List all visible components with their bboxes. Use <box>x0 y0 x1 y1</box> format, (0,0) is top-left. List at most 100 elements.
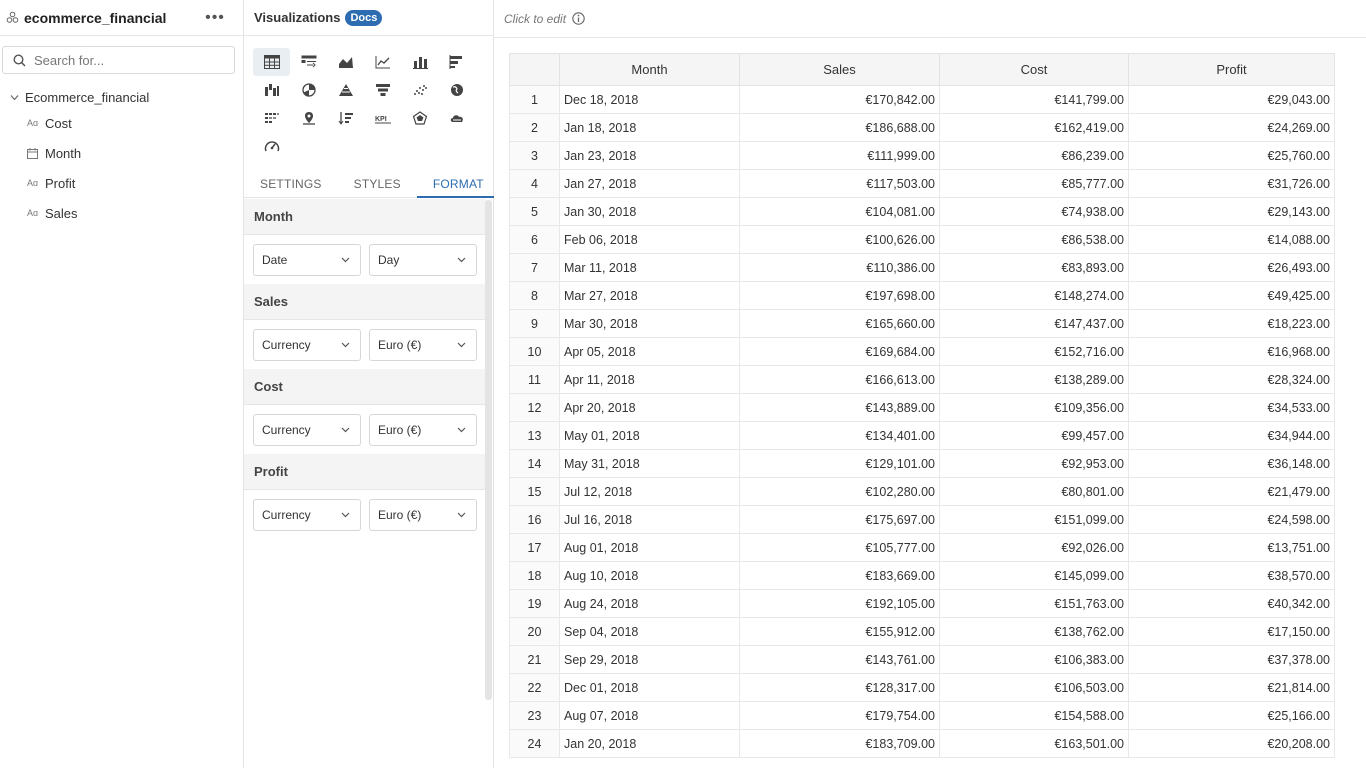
format-subtype-select[interactable]: Euro (€) <box>369 498 477 531</box>
pyramid-icon[interactable] <box>327 76 364 104</box>
select-value: Currency <box>262 337 311 352</box>
month-cell: Aug 07, 2018 <box>559 701 740 730</box>
bar-chart-icon[interactable] <box>401 48 438 76</box>
sort-icon[interactable] <box>327 104 364 132</box>
cost-cell: €151,099.00 <box>939 505 1129 534</box>
format-type-select[interactable]: Date <box>253 243 361 276</box>
select-value: Currency <box>262 422 311 437</box>
field-label: Sales <box>45 205 78 221</box>
field-item-cost[interactable]: Aɑ Cost <box>0 108 243 138</box>
sales-cell: €129,101.00 <box>739 449 940 478</box>
gauge-icon[interactable] <box>253 132 290 160</box>
radar-icon[interactable] <box>401 104 438 132</box>
geo-map-icon[interactable] <box>290 104 327 132</box>
pivot-table-icon[interactable] <box>290 48 327 76</box>
format-subtype-select[interactable]: Euro (€) <box>369 328 477 361</box>
month-cell: May 31, 2018 <box>559 449 740 478</box>
field-search[interactable] <box>2 46 235 74</box>
kpi-icon[interactable]: KPI <box>364 104 401 132</box>
sales-cell: €128,317.00 <box>739 673 940 702</box>
tab-styles[interactable]: STYLES <box>338 170 417 197</box>
select-value: Currency <box>262 507 311 522</box>
row-index-cell: 24 <box>509 729 560 758</box>
format-type-select[interactable]: Currency <box>253 328 361 361</box>
text-type-icon: Aɑ <box>27 178 39 188</box>
chevron-down-icon <box>10 93 20 102</box>
text-type-icon: Aɑ <box>27 208 39 218</box>
profit-cell: €18,223.00 <box>1128 309 1335 338</box>
chart-title-edit[interactable]: Click to edit <box>504 12 566 26</box>
area-chart-icon[interactable] <box>327 48 364 76</box>
chevron-down-icon <box>341 257 350 262</box>
table-body: 1 Dec 18, 2018 €170,842.00 €141,799.00 €29,0… <box>509 85 1335 758</box>
tab-format[interactable]: FORMAT <box>416 170 500 198</box>
table-row: 2 Jan 18, 2018 €186,688.00 €162,419.00 €24,2… <box>509 113 1335 142</box>
column-header-sales[interactable]: Sales <box>739 53 940 86</box>
cloud-icon[interactable] <box>438 104 475 132</box>
table-icon[interactable] <box>253 48 290 76</box>
cost-cell: €99,457.00 <box>939 421 1129 450</box>
column-header-month[interactable]: Month <box>559 53 740 86</box>
field-label: Profit <box>45 175 76 191</box>
cost-cell: €138,289.00 <box>939 365 1129 394</box>
field-item-profit[interactable]: Aɑ Profit <box>0 168 243 198</box>
select-value: Date <box>262 252 288 267</box>
tree-root-label: Ecommerce_financial <box>25 89 150 105</box>
format-type-select[interactable]: Currency <box>253 498 361 531</box>
horizontal-bar-icon[interactable] <box>438 48 475 76</box>
row-index-cell: 2 <box>509 113 560 142</box>
format-subtype-select[interactable]: Day <box>369 243 477 276</box>
waterfall-icon[interactable] <box>253 76 290 104</box>
search-input[interactable] <box>34 52 214 68</box>
data-panel: ecommerce_financial ••• Ecommerce_financ… <box>0 0 244 768</box>
row-index-cell: 12 <box>509 393 560 422</box>
pie-chart-icon[interactable] <box>290 76 327 104</box>
profit-cell: €37,378.00 <box>1128 645 1335 674</box>
table-row: 22 Dec 01, 2018 €128,317.00 €106,503.00 €21,… <box>509 673 1335 702</box>
field-item-month[interactable]: Month <box>0 138 243 168</box>
cost-cell: €83,893.00 <box>939 253 1129 282</box>
line-chart-icon[interactable] <box>364 48 401 76</box>
profit-cell: €49,425.00 <box>1128 281 1335 310</box>
scatter-icon[interactable] <box>401 76 438 104</box>
sales-cell: €117,503.00 <box>739 169 940 198</box>
cost-cell: €80,801.00 <box>939 477 1129 506</box>
sales-cell: €143,889.00 <box>739 393 940 422</box>
table-row: 14 May 31, 2018 €129,101.00 €92,953.00 €36,1… <box>509 449 1335 478</box>
format-subtype-select[interactable]: Euro (€) <box>369 413 477 446</box>
field-item-sales[interactable]: Aɑ Sales <box>0 198 243 228</box>
column-header-cost[interactable]: Cost <box>939 53 1129 86</box>
table-row: 1 Dec 18, 2018 €170,842.00 €141,799.00 €29,0… <box>509 85 1335 114</box>
map-icon[interactable] <box>438 76 475 104</box>
profit-cell: €34,944.00 <box>1128 421 1335 450</box>
sales-cell: €169,684.00 <box>739 337 940 366</box>
row-index-cell: 22 <box>509 673 560 702</box>
row-index-cell: 5 <box>509 197 560 226</box>
table-row: 24 Jan 20, 2018 €183,709.00 €163,501.00 €20,… <box>509 729 1335 758</box>
tree-root-ecommerce-financial[interactable]: Ecommerce_financial <box>0 86 243 108</box>
sales-cell: €197,698.00 <box>739 281 940 310</box>
tab-settings[interactable]: SETTINGS <box>244 170 338 197</box>
month-cell: Aug 24, 2018 <box>559 589 740 618</box>
format-section-sales-title: Sales <box>244 284 486 320</box>
chart-title-bar: Click to edit <box>494 0 1366 38</box>
cost-cell: €163,501.00 <box>939 729 1129 758</box>
select-value: Euro (€) <box>378 337 422 352</box>
table-row: 6 Feb 06, 2018 €100,626.00 €86,538.00 €14,08… <box>509 225 1335 254</box>
select-value: Day <box>378 252 400 267</box>
cost-cell: €148,274.00 <box>939 281 1129 310</box>
heatmap-icon[interactable] <box>253 104 290 132</box>
format-scrollbar[interactable] <box>485 200 492 700</box>
funnel-icon[interactable] <box>364 76 401 104</box>
column-header-profit[interactable]: Profit <box>1128 53 1335 86</box>
info-icon[interactable] <box>572 12 585 25</box>
docs-button[interactable]: Docs <box>345 9 383 26</box>
more-options-button[interactable]: ••• <box>203 9 227 27</box>
cost-cell: €154,588.00 <box>939 701 1129 730</box>
profit-cell: €24,269.00 <box>1128 113 1335 142</box>
month-cell: Aug 01, 2018 <box>559 533 740 562</box>
month-cell: Dec 01, 2018 <box>559 673 740 702</box>
format-type-select[interactable]: Currency <box>253 413 361 446</box>
month-cell: Jan 20, 2018 <box>559 729 740 758</box>
field-tree: Ecommerce_financial Aɑ Cost Month Aɑ Pro… <box>0 86 243 228</box>
